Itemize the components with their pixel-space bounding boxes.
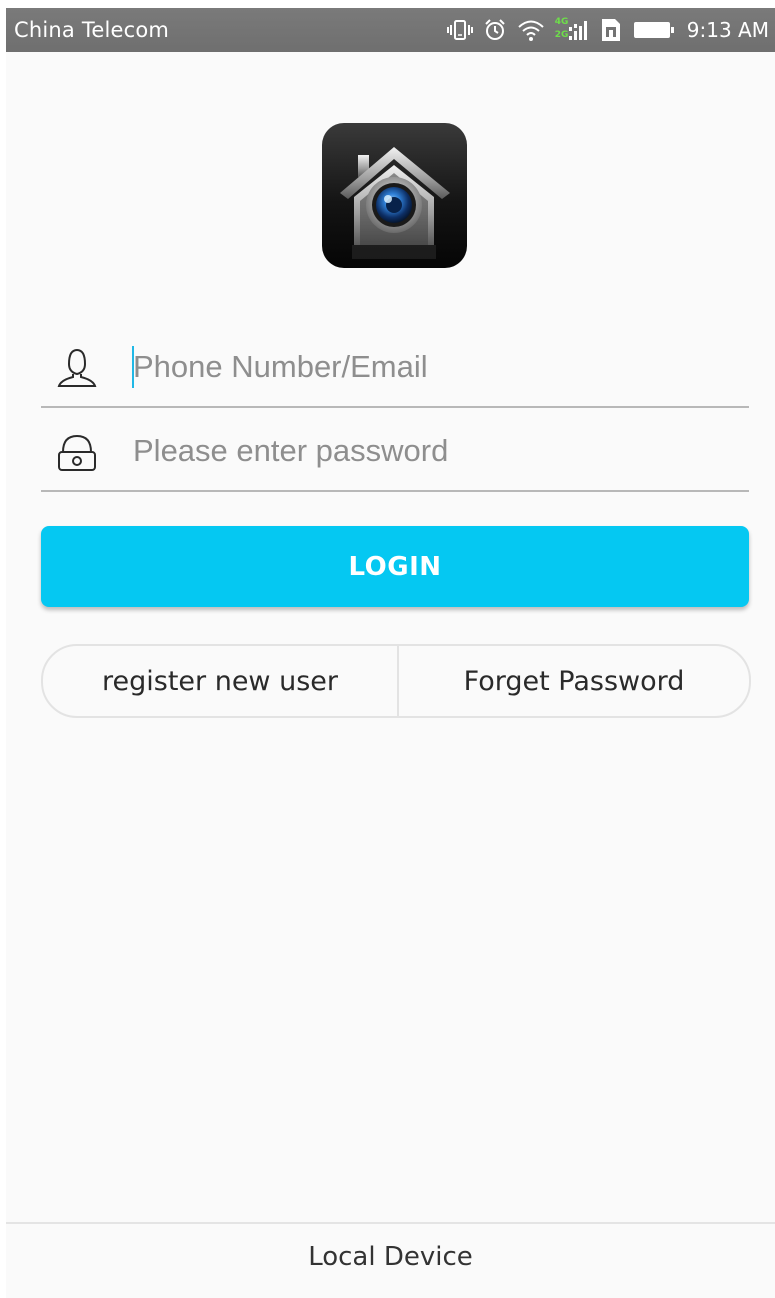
cell-signal-icon: 4G 2G	[555, 16, 589, 44]
home-camera-app-icon	[322, 123, 467, 268]
status-time: 9:13 AM	[686, 18, 769, 42]
app-logo	[322, 123, 467, 268]
status-bar: China Telecom 4G 2G 9:13 AM	[6, 8, 775, 52]
alarm-icon	[483, 18, 507, 42]
vibrate-icon	[446, 18, 473, 42]
password-field-row	[41, 410, 749, 492]
password-input[interactable]	[133, 424, 733, 478]
local-device-link[interactable]: Local Device	[6, 1242, 775, 1272]
register-button[interactable]: register new user	[43, 646, 399, 716]
phone-email-input[interactable]	[133, 340, 733, 394]
login-screen: China Telecom 4G 2G 9:13 AM Phone Number…	[6, 8, 775, 1298]
carrier-name: China Telecom	[14, 18, 170, 42]
battery-icon	[633, 19, 675, 41]
username-field-row	[41, 326, 749, 408]
sim-icon	[599, 17, 623, 43]
login-button[interactable]: LOGIN	[41, 526, 749, 607]
status-icons: 4G 2G 9:13 AM	[446, 14, 769, 46]
wifi-icon	[517, 18, 545, 42]
account-actions: register new user Forget Password	[41, 644, 751, 718]
user-icon	[55, 346, 99, 390]
forgot-password-button[interactable]: Forget Password	[399, 646, 749, 716]
footer-divider	[6, 1222, 775, 1224]
lock-icon	[55, 430, 99, 474]
